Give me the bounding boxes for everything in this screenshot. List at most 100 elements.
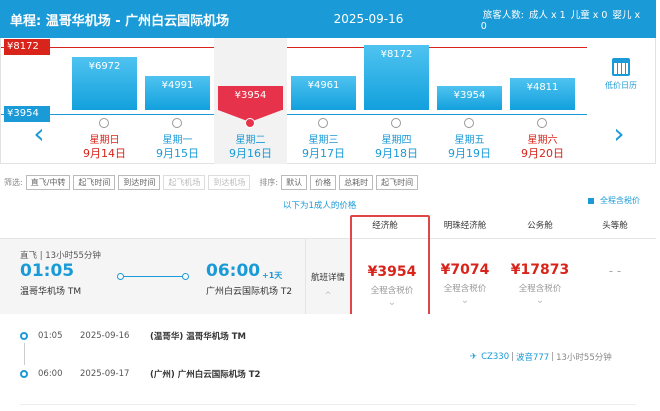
date-text: 9月20日 <box>521 147 564 160</box>
flight-number[interactable]: CZ330 <box>481 352 509 362</box>
sort-chip[interactable]: 默认 <box>281 175 308 190</box>
flight-result: 直飞 | 13小时55分钟 01:05 06:00 +1天 温哥华机场 TM 广… <box>0 215 656 411</box>
date-text: 9月17日 <box>302 147 345 160</box>
weekday-label: 星期四 <box>381 135 412 146</box>
weekday-label: 星期三 <box>308 135 339 146</box>
date-radio[interactable] <box>245 118 255 128</box>
date-column-0[interactable]: ¥6972 星期日 9月14日 <box>68 38 141 164</box>
date-radio[interactable] <box>318 118 328 128</box>
weekday-label: 星期一 <box>162 135 193 146</box>
date-radio[interactable] <box>172 118 182 128</box>
flight-number-info: ✈ CZ330 | 波音777 | 13小时55分钟 <box>470 351 612 363</box>
price-economy[interactable]: ¥3954 全程含税价 ⌄ <box>350 215 430 327</box>
economy-price-note: 全程含税价 <box>370 286 414 296</box>
date-radio[interactable] <box>464 118 474 128</box>
price-trend-chart: ‹ › 低价日历 ¥8172 ¥3954 ¥6972 星期日 9月14日 ¥4991 星期一… <box>0 38 656 164</box>
sort-chip[interactable]: 起飞时间 <box>376 175 419 190</box>
price-bar[interactable]: ¥6972 <box>72 56 137 110</box>
airline-logo-icon: ✈ <box>470 352 478 362</box>
departure-date: 2025-09-16 <box>333 12 404 26</box>
filter-chip: 到达机场 <box>208 175 251 190</box>
departure-dot-icon <box>20 332 28 340</box>
filter-chip[interactable]: 到达时间 <box>118 175 161 190</box>
adult-price-note: 以下为1成人的价格 <box>283 201 357 211</box>
date-radio[interactable] <box>391 118 401 128</box>
date-label: 星期二 9月16日 <box>214 134 287 160</box>
departure-time: 01:05 <box>20 261 75 281</box>
date-column-2[interactable]: ¥3954 星期二 9月16日 <box>214 38 287 164</box>
price-premium-economy[interactable]: ¥7074 全程含税价 ⌄ <box>425 215 505 327</box>
date-text: 9月16日 <box>229 147 272 160</box>
date-column-6[interactable]: ¥4811 星期六 9月20日 <box>506 38 579 164</box>
min-price-label: ¥3954 <box>4 106 50 122</box>
low-price-calendar-button[interactable]: 低价日历 <box>601 58 641 91</box>
divider <box>20 404 636 405</box>
leg-arrival: 06:00 2025-09-17 (广州) 广州白云国际机场 T2 <box>20 368 260 380</box>
leg-airport: (温哥华) 温哥华机场 TM <box>150 332 246 342</box>
price-bar[interactable]: ¥4811 <box>510 77 575 110</box>
checkbox-square-icon <box>588 197 594 204</box>
date-column-1[interactable]: ¥4991 星期一 9月15日 <box>141 38 214 164</box>
date-column-3[interactable]: ¥4961 星期三 9月17日 <box>287 38 360 164</box>
route-title: 单程: 温哥华机场 - 广州白云国际机场 <box>10 13 230 29</box>
date-radio[interactable] <box>99 118 109 128</box>
price-bar[interactable]: ¥8172 <box>364 45 429 110</box>
departure-airport: 温哥华机场 TM <box>20 287 82 297</box>
adult-count: 成人 x 1 <box>529 9 566 21</box>
date-text: 9月18日 <box>375 147 418 160</box>
date-label: 星期三 9月17日 <box>287 134 360 160</box>
filter-chip: 起飞机场 <box>163 175 206 190</box>
price-bar[interactable]: ¥4991 <box>145 75 210 110</box>
economy-price: ¥3954 <box>367 264 417 280</box>
date-label: 星期五 9月19日 <box>433 134 506 160</box>
search-header: 单程: 温哥华机场 - 广州白云国际机场 2025-09-16 旅客人数: 成人… <box>0 0 656 38</box>
flight-details-label: 航班详情 <box>310 273 345 283</box>
max-price-label: ¥8172 <box>4 39 50 55</box>
leg-date: 2025-09-16 <box>80 331 130 341</box>
leg-date: 2025-09-17 <box>80 369 130 379</box>
arrival-time: 06:00 <box>206 261 261 281</box>
tax-price-toggle[interactable]: 全程含税价 <box>588 195 640 206</box>
filter-chip[interactable]: 起飞时间 <box>73 175 116 190</box>
weekday-label: 星期六 <box>527 135 558 146</box>
passenger-summary: 旅客人数: 成人 x 1 儿童 x 0 婴儿 x 0 <box>481 7 646 32</box>
chevron-down-icon: ⌄ <box>387 297 397 308</box>
arrival-airport: 广州白云国际机场 T2 <box>206 287 293 297</box>
price-bar[interactable]: ¥3954 <box>437 86 502 110</box>
flight-legs: 01:05 2025-09-16 (温哥华) 温哥华机场 TM 06:00 20… <box>0 314 656 411</box>
filter-bar: 筛选: 直飞/中转 起飞时间 到达时间 起飞机场 到达机场 排序: 默认 价格 总耗时 起飞时间 <box>4 175 421 190</box>
price-bar[interactable]: ¥3954 <box>218 86 283 122</box>
flight-duration: 13小时55分钟 <box>556 353 612 363</box>
chevron-down-icon: ⌄ <box>460 295 470 306</box>
weekday-label: 星期五 <box>454 135 485 146</box>
price-business[interactable]: ¥17873 全程含税价 ⌄ <box>500 215 580 327</box>
date-label: 星期一 9月15日 <box>141 134 214 160</box>
date-label: 星期日 9月14日 <box>68 134 141 160</box>
sort-chip[interactable]: 价格 <box>310 175 337 190</box>
weekday-label: 星期日 <box>89 135 120 146</box>
premium-economy-price: ¥7074 <box>440 262 490 278</box>
arrival-dot-icon <box>20 370 28 378</box>
sort-chip[interactable]: 总耗时 <box>339 175 374 190</box>
leg-time: 01:05 <box>38 331 63 341</box>
premium-economy-price-note: 全程含税价 <box>443 284 487 294</box>
passenger-label: 旅客人数: <box>482 9 524 21</box>
chevron-down-icon: ⌄ <box>535 295 545 306</box>
next-week-arrow-icon[interactable]: › <box>607 114 631 154</box>
date-label: 星期六 9月20日 <box>506 134 579 160</box>
date-text: 9月15日 <box>156 147 199 160</box>
calendar-icon <box>612 58 630 76</box>
date-column-5[interactable]: ¥3954 星期五 9月19日 <box>433 38 506 164</box>
leg-departure: 01:05 2025-09-16 (温哥华) 温哥华机场 TM <box>20 330 246 342</box>
date-column-4[interactable]: ¥8172 星期四 9月18日 <box>360 38 433 164</box>
tax-price-label: 全程含税价 <box>600 196 640 205</box>
price-bar[interactable]: ¥4961 <box>291 76 356 110</box>
date-text: 9月14日 <box>83 147 126 160</box>
child-count: 儿童 x 0 <box>570 9 608 21</box>
aircraft-type[interactable]: 波音777 <box>516 351 549 363</box>
filter-chip[interactable]: 直飞/中转 <box>25 175 71 190</box>
chevron-up-icon: ^ <box>324 291 332 301</box>
flight-details-button[interactable]: 航班详情 ^ <box>305 239 350 314</box>
date-radio[interactable] <box>537 118 547 128</box>
first-price-unavailable: - - <box>608 264 622 278</box>
